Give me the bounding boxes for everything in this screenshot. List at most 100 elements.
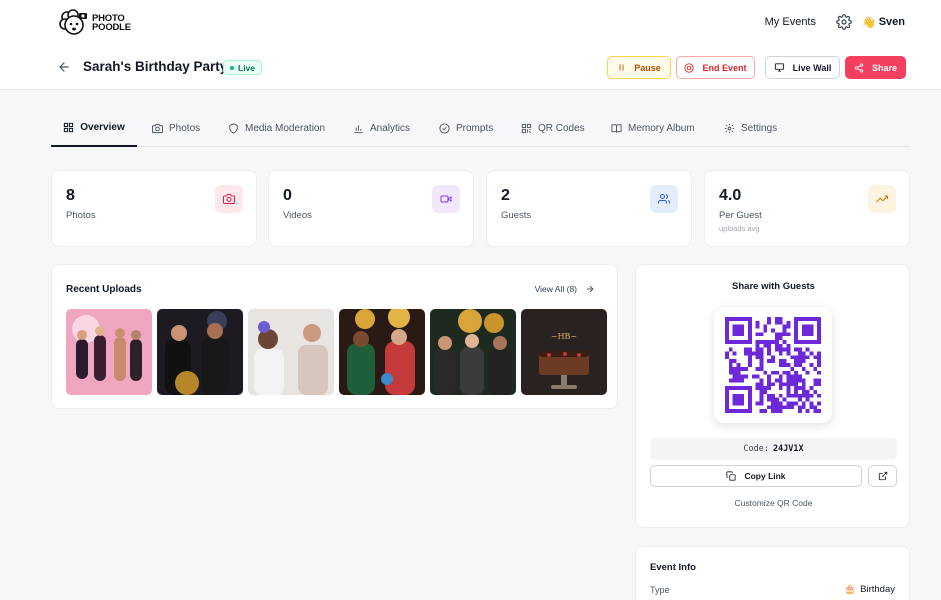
logo-text-line2: POODLE (92, 22, 131, 33)
event-code-box: Code: 24JV1X (650, 438, 897, 460)
my-events-link[interactable]: My Events (765, 16, 816, 28)
tab-label: Photos (169, 123, 201, 134)
external-link-icon (878, 471, 887, 481)
photo-thumbnail[interactable] (430, 309, 516, 395)
bar-chart-icon (354, 125, 363, 134)
users-icon (658, 194, 670, 204)
live-wall-button-label: Live Wall (792, 62, 832, 73)
logo[interactable]: PHOTO POODLE (58, 9, 131, 37)
camera-icon (223, 194, 235, 204)
stat-icon-badge (432, 185, 460, 213)
tab-label: QR Codes (538, 123, 585, 134)
grid-icon (64, 122, 74, 133)
book-icon (611, 124, 622, 133)
qr-code[interactable] (714, 307, 832, 423)
customize-qr-link[interactable]: Customize QR Code (636, 498, 911, 508)
share-button-label: Share (871, 62, 897, 73)
stat-card-guests: 2 Guests (486, 170, 692, 247)
shield-icon (229, 123, 238, 134)
tab-memory-album[interactable]: Memory Album (611, 110, 695, 147)
copy-icon (726, 471, 737, 481)
stat-value: 8 (66, 187, 75, 204)
photo-thumbnail[interactable] (66, 309, 152, 395)
trending-up-icon (876, 195, 888, 203)
pause-icon (619, 64, 624, 71)
stop-circle-icon (684, 62, 695, 73)
cake-emoji: 🎂 (844, 584, 857, 595)
tab-photos[interactable]: Photos (152, 110, 200, 147)
pause-button-label: Pause (634, 62, 661, 73)
stat-value: 4.0 (719, 187, 742, 204)
poodle-logo-icon (59, 9, 87, 35)
tab-settings[interactable]: Settings (724, 110, 777, 147)
monitor-icon (774, 63, 784, 72)
arrow-right-icon (587, 285, 594, 293)
recent-uploads-card: Recent Uploads View All (8) ~HB~ (51, 264, 618, 409)
share-title: Share with Guests (732, 281, 815, 292)
stat-icon-badge (868, 185, 896, 213)
stat-value: 2 (501, 187, 510, 204)
stat-label: Guests (501, 210, 532, 221)
event-info-card: Event Info Type 🎂 Birthday (635, 546, 910, 600)
tab-label: Settings (741, 123, 778, 134)
tab-analytics[interactable]: Analytics (353, 110, 410, 147)
tab-qr-codes[interactable]: QR Codes (521, 110, 585, 147)
tab-label: Prompts (456, 123, 494, 134)
tab-label: Analytics (370, 123, 411, 134)
thumbnail-row: ~HB~ (66, 309, 607, 395)
svg-text:~HB~: ~HB~ (551, 332, 577, 341)
share-icon (854, 62, 864, 73)
check-circle-icon (439, 123, 450, 134)
code-label: Code: (743, 444, 769, 454)
pause-button[interactable]: Pause (607, 56, 671, 79)
tab-label: Media Moderation (245, 123, 326, 134)
tab-bar: Overview Photos Media Moderation Analyti… (51, 110, 910, 147)
back-arrow-icon[interactable] (57, 60, 71, 74)
copy-link-label: Copy Link (744, 471, 786, 481)
share-button[interactable]: Share (845, 56, 906, 79)
share-with-guests-card: Share with Guests Code: 24JV1X Copy Link… (635, 264, 910, 528)
stat-icon-badge (650, 185, 678, 213)
view-all-label: View All (8) (534, 284, 577, 294)
qr-code-image (725, 317, 821, 413)
status-badge-label: Live (238, 62, 256, 73)
copy-link-button[interactable]: Copy Link (650, 465, 862, 487)
camera-icon (152, 123, 163, 134)
stat-card-per-guest: 4.0 Per Guest uploads avg (704, 170, 910, 247)
event-type-text: Birthday (860, 584, 895, 595)
stat-label: Photos (66, 210, 96, 221)
gear-icon (724, 123, 735, 134)
live-wall-button[interactable]: Live Wall (765, 56, 840, 79)
top-navbar: PHOTO POODLE My Events 👋 Sven (0, 0, 941, 46)
stat-sublabel: uploads avg (719, 224, 760, 233)
end-event-button-label: End Event (702, 62, 747, 73)
open-link-button[interactable] (868, 465, 897, 487)
event-type-value: 🎂 Birthday (844, 584, 895, 595)
code-value: 24JV1X (772, 444, 804, 454)
photo-thumbnail[interactable] (248, 309, 334, 395)
recent-uploads-title: Recent Uploads (66, 284, 142, 295)
tab-overview[interactable]: Overview (51, 110, 137, 147)
photo-thumbnail[interactable]: ~HB~ (521, 309, 607, 395)
event-title: Sarah's Birthday Party! (83, 59, 232, 74)
tab-label: Overview (80, 122, 125, 133)
view-all-link[interactable]: View All (8) (535, 284, 595, 294)
user-menu[interactable]: 👋 Sven (862, 16, 905, 29)
tab-label: Memory Album (628, 123, 695, 134)
event-type-label: Type (650, 585, 670, 595)
photo-thumbnail[interactable] (339, 309, 425, 395)
end-event-button[interactable]: End Event (676, 56, 755, 79)
stat-icon-badge (215, 185, 243, 213)
tab-media-moderation[interactable]: Media Moderation (228, 110, 325, 147)
stat-label: Per Guest (719, 210, 762, 221)
stat-card-videos: 0 Videos (268, 170, 474, 247)
stat-card-photos: 8 Photos (51, 170, 257, 247)
settings-gear-icon[interactable] (836, 14, 852, 30)
stat-value: 0 (283, 187, 292, 204)
video-icon (440, 195, 452, 203)
qr-icon (521, 123, 532, 134)
tab-prompts[interactable]: Prompts (439, 110, 493, 147)
photo-thumbnail[interactable] (157, 309, 243, 395)
status-badge: Live (223, 60, 263, 75)
live-dot-icon (230, 65, 234, 70)
